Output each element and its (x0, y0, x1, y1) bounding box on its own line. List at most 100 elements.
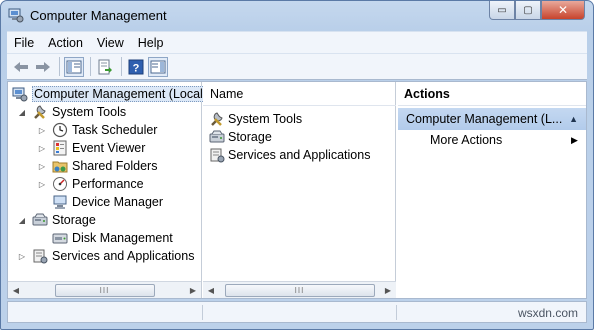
computer-management-icon (8, 8, 24, 23)
toolbar-separator (90, 57, 91, 76)
maximize-button[interactable]: ▢ (515, 1, 541, 20)
tree-item-label: Performance (72, 177, 144, 191)
column-header-label: Name (210, 86, 244, 101)
actions-header-label: Actions (404, 86, 450, 101)
scroll-thumb[interactable]: III (224, 283, 375, 297)
event-viewer-icon (53, 140, 67, 156)
expand-arrow-icon[interactable]: ▷ (18, 252, 26, 261)
storage-icon (32, 213, 48, 226)
main-content: Computer Management (Local ◢ System Tool… (7, 81, 587, 299)
services-icon (33, 249, 48, 264)
scroll-left-icon[interactable]: ◀ (203, 282, 219, 298)
submenu-arrow-icon[interactable]: ▶ (571, 135, 578, 146)
tree-item-task-scheduler[interactable]: Task Scheduler (52, 121, 157, 139)
back-button[interactable] (11, 57, 31, 77)
list-item-system-tools[interactable]: System Tools (209, 110, 302, 128)
back-arrow-icon (14, 61, 28, 72)
scroll-right-icon[interactable]: ▶ (185, 282, 201, 298)
results-pane: Name System Tools Storage Services and A… (203, 82, 396, 298)
performance-icon (53, 177, 67, 191)
results-horizontal-scrollbar[interactable]: ◀ III ▶ (203, 281, 396, 298)
show-hide-console-tree-icon (66, 60, 82, 73)
expand-arrow-icon[interactable]: ▷ (38, 126, 46, 135)
list-item-label: Services and Applications (228, 148, 371, 162)
collapse-arrow-icon[interactable]: ◢ (18, 216, 26, 225)
actions-pane: Actions Computer Management (L... ▲ More… (398, 82, 586, 298)
show-hide-action-pane-button[interactable] (148, 56, 168, 77)
minimize-button[interactable]: ▭ (489, 1, 515, 20)
tree-item-device-manager[interactable]: Device Manager (52, 193, 163, 211)
expand-arrow-icon[interactable]: ▷ (38, 162, 46, 171)
help-button[interactable]: ? (126, 57, 146, 77)
tree-item-shared-folders[interactable]: Shared Folders (52, 157, 157, 175)
tree-item-label: Task Scheduler (72, 123, 158, 137)
tree-item-label: Shared Folders (72, 159, 158, 173)
menu-action[interactable]: Action (41, 36, 90, 50)
tree-item-label: System Tools (52, 105, 127, 119)
tree-item-disk-management[interactable]: Disk Management (52, 229, 173, 247)
tree-item-label: Services and Applications (52, 249, 195, 263)
menu-bar: File Action View Help (7, 31, 587, 53)
collapse-up-icon[interactable]: ▲ (569, 114, 578, 124)
export-list-button[interactable] (95, 57, 115, 77)
caption-buttons: ▭ ▢ ✕ (489, 1, 585, 20)
maximize-icon: ▢ (523, 4, 533, 16)
computer-management-icon (12, 87, 28, 102)
tree-item-event-viewer[interactable]: Event Viewer (52, 139, 145, 157)
close-button[interactable]: ✕ (541, 1, 585, 20)
forward-button[interactable] (33, 57, 53, 77)
list-item-label: System Tools (228, 112, 303, 126)
toolbar-separator (59, 57, 60, 76)
show-hide-console-tree-button[interactable] (64, 56, 84, 77)
console-tree-pane: Computer Management (Local ◢ System Tool… (8, 82, 205, 298)
actions-group-label: Computer Management (L... (406, 112, 563, 126)
help-icon: ? (128, 59, 144, 74)
status-divider (396, 305, 397, 320)
tree-root-label: Computer Management (Local (32, 86, 205, 102)
menu-help[interactable]: Help (131, 36, 171, 50)
forward-arrow-icon (36, 61, 50, 72)
tools-icon (211, 112, 223, 126)
minimize-icon: ▭ (497, 4, 507, 16)
svg-text:?: ? (133, 62, 140, 74)
tree-item-label: Device Manager (72, 195, 164, 209)
name-column-header[interactable]: Name (203, 82, 396, 106)
tree-item-storage[interactable]: Storage (32, 211, 96, 229)
computer-management-window: Computer Management ▭ ▢ ✕ File Action Vi… (0, 0, 594, 330)
list-item-services-and-applications[interactable]: Services and Applications (209, 146, 370, 164)
list-item-label: Storage (228, 130, 272, 144)
shared-folder-icon (52, 161, 68, 173)
actions-header: Actions (398, 82, 586, 106)
tree-horizontal-scrollbar[interactable]: ◀ III ▶ (8, 281, 201, 298)
collapse-arrow-icon[interactable]: ◢ (18, 108, 26, 117)
device-manager-icon (53, 195, 67, 209)
show-hide-action-pane-icon (150, 60, 166, 73)
status-bar: wsxdn.com (7, 301, 587, 323)
toolbar-separator (121, 57, 122, 76)
clock-icon (52, 122, 68, 138)
actions-group-computer-management[interactable]: Computer Management (L... ▲ (398, 108, 586, 130)
tree-item-label: Disk Management (72, 231, 173, 245)
list-item-storage[interactable]: Storage (209, 128, 272, 146)
tree-item-system-tools[interactable]: System Tools (32, 103, 126, 121)
expand-arrow-icon[interactable]: ▷ (38, 180, 46, 189)
tree-item-services-and-applications[interactable]: Services and Applications (32, 247, 194, 265)
menu-file[interactable]: File (7, 36, 41, 50)
toolbar: ? (7, 53, 587, 80)
tree-item-root[interactable]: Computer Management (Local (12, 85, 205, 103)
scroll-thumb[interactable]: III (54, 283, 155, 297)
watermark: wsxdn.com (517, 306, 578, 320)
scroll-left-icon[interactable]: ◀ (8, 282, 24, 298)
status-divider (202, 305, 203, 320)
tools-icon (34, 105, 46, 119)
tree-item-label: Storage (52, 213, 96, 227)
expand-arrow-icon[interactable]: ▷ (38, 144, 46, 153)
close-icon: ✕ (557, 3, 569, 17)
window-title: Computer Management (30, 8, 167, 23)
menu-view[interactable]: View (90, 36, 131, 50)
scroll-right-icon[interactable]: ▶ (380, 282, 396, 298)
more-actions-link[interactable]: More Actions (430, 133, 502, 147)
title-bar[interactable]: Computer Management ▭ ▢ ✕ (1, 1, 593, 31)
services-icon (210, 148, 225, 163)
tree-item-performance[interactable]: Performance (52, 175, 144, 193)
